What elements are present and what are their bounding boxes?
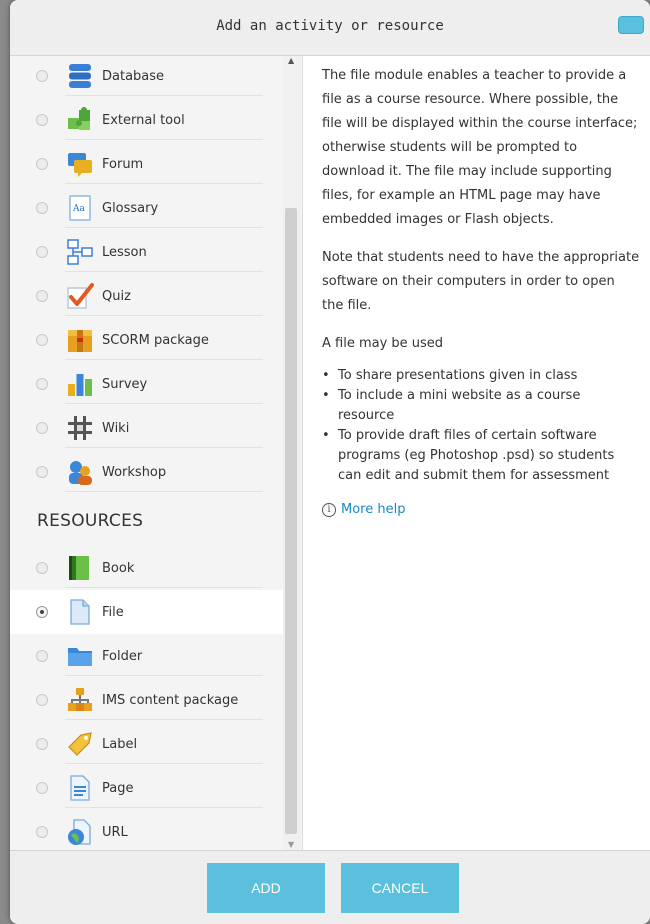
option-ims[interactable]: IMS content package [10,678,283,722]
option-label: File [102,604,124,620]
list-item: To provide draft files of certain softwa… [322,426,640,486]
radio-label[interactable] [36,738,48,750]
scroll-down-icon[interactable]: ▼ [288,840,294,850]
option-label: Folder [102,648,143,664]
radio-page[interactable] [36,782,48,794]
book-icon [66,554,94,582]
dialog-header: Add an activity or resource [10,0,650,56]
option-forum[interactable]: Forum [10,142,283,186]
options-scrollbar[interactable]: ▲ ▼ [283,56,301,850]
list-item: To include a mini website as a course re… [322,386,640,426]
option-url[interactable]: URL [10,810,283,850]
option-label: Glossary [102,200,159,216]
option-workshop[interactable]: Workshop [10,450,283,494]
info-icon: i [322,502,336,517]
description-paragraph: The file module enables a teacher to pro… [322,68,638,227]
option-database[interactable]: Database [10,56,283,98]
dialog-footer: ADD CANCEL [10,850,650,924]
more-help-link[interactable]: i More help [322,502,640,517]
workshop-icon [66,458,94,486]
cancel-button[interactable]: CANCEL [341,863,459,913]
lesson-icon [66,238,94,266]
radio-external-tool[interactable] [36,114,48,126]
option-label: SCORM package [102,332,209,348]
list-item: To share presentations given in class [322,366,640,386]
radio-url[interactable] [36,826,48,838]
forum-icon [66,150,94,178]
option-label: Quiz [102,288,131,304]
option-quiz[interactable]: Quiz [10,274,283,318]
glossary-icon: Aa [66,194,94,222]
option-scorm[interactable]: SCORM package [10,318,283,362]
option-label: External tool [102,112,185,128]
option-label: Database [102,68,165,84]
option-label: Page [102,780,134,796]
option-label-text: Label [102,736,138,752]
radio-forum[interactable] [36,158,48,170]
more-help-label: More help [341,502,406,517]
option-lesson[interactable]: Lesson [10,230,283,274]
ims-icon [66,686,94,714]
radio-scorm[interactable] [36,334,48,346]
activity-chooser-dialog: Add an activity or resource Database Ext… [10,0,650,924]
module-description: The file module enables a teacher to pro… [322,64,640,517]
radio-survey[interactable] [36,378,48,390]
scroll-up-icon[interactable]: ▲ [288,56,294,66]
scorm-icon [66,326,94,354]
survey-icon [66,370,94,398]
quiz-icon [66,282,94,310]
description-paragraph: Note that students need to have the appr… [322,250,640,313]
file-icon [66,598,94,626]
radio-lesson[interactable] [36,246,48,258]
radio-book[interactable] [36,562,48,574]
add-button[interactable]: ADD [207,863,325,913]
description-paragraph: A file may be used [322,336,444,351]
usage-list: To share presentations given in class To… [322,366,640,486]
option-label: Lesson [102,244,147,260]
database-icon [66,62,94,90]
option-label: Survey [102,376,148,392]
radio-file[interactable] [36,606,48,618]
folder-icon [66,642,94,670]
dialog-title: Add an activity or resource [216,18,444,34]
radio-quiz[interactable] [36,290,48,302]
option-label: Workshop [102,464,167,480]
radio-wiki[interactable] [36,422,48,434]
option-survey[interactable]: Survey [10,362,283,406]
label-icon [66,730,94,758]
option-wiki[interactable]: Wiki [10,406,283,450]
resources-heading: RESOURCES [37,511,144,531]
option-label: Book [102,560,135,576]
option-label: IMS content package [102,692,239,708]
wiki-icon [66,414,94,442]
page-icon [66,774,94,802]
radio-ims[interactable] [36,694,48,706]
radio-workshop[interactable] [36,466,48,478]
url-icon [66,818,94,846]
option-label: Forum [102,156,144,172]
option-file[interactable]: File [10,590,283,634]
radio-glossary[interactable] [36,202,48,214]
option-folder[interactable]: Folder [10,634,283,678]
option-label: URL [102,824,128,840]
option-external-tool[interactable]: External tool [10,98,283,142]
radio-folder[interactable] [36,650,48,662]
option-book[interactable]: Book [10,546,283,590]
option-label[interactable]: Label [10,722,283,766]
puzzle-icon [66,106,94,134]
option-glossary[interactable]: Aa Glossary [10,186,283,230]
close-button[interactable] [618,16,644,34]
svg-text:Aa: Aa [72,204,85,214]
option-page[interactable]: Page [10,766,283,810]
scrollbar-thumb[interactable] [285,208,297,834]
radio-database[interactable] [36,70,48,82]
option-label: Wiki [102,420,130,436]
options-list[interactable]: Database External tool Forum Aa Glossary… [10,56,303,850]
